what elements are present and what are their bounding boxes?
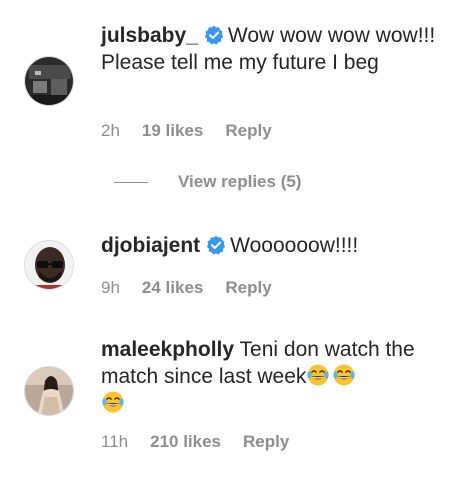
avatar[interactable] <box>24 56 74 106</box>
reply-button[interactable]: Reply <box>243 432 289 452</box>
view-replies-label: View replies (5) <box>178 172 302 191</box>
avatar-photo <box>25 241 73 289</box>
divider-line <box>114 182 148 184</box>
comment-meta: 11h 210 likes Reply <box>101 432 311 452</box>
comment-likes[interactable]: 210 likes <box>150 432 221 452</box>
face-with-tears-of-joy-emoji <box>307 364 330 386</box>
comment-time: 9h <box>101 278 120 297</box>
comment-time: 2h <box>101 121 120 140</box>
verified-badge-icon <box>204 25 223 45</box>
comment-likes[interactable]: 19 likes <box>142 121 203 141</box>
reply-button[interactable]: Reply <box>225 121 271 141</box>
comment-body: julsbaby_ Wow wow wow wow!!! Please tell … <box>101 22 441 76</box>
comment-likes[interactable]: 24 likes <box>142 278 203 298</box>
comment-meta: 9h 24 likes Reply <box>101 278 294 298</box>
face-with-tears-of-joy-emoji <box>333 364 356 386</box>
comment-item: djobiajent Woooooow!!!! 9h 24 likes Reply <box>0 200 454 310</box>
comment-item: maleekpholly Teni don watch the match si… <box>0 330 454 480</box>
avatar[interactable] <box>24 366 74 416</box>
face-with-tears-of-joy-emoji <box>102 391 124 413</box>
comment-body: maleekpholly Teni don watch the match si… <box>101 336 441 417</box>
avatar[interactable] <box>24 240 74 290</box>
comment-meta: 2h 19 likes Reply <box>101 121 294 141</box>
avatar-photo <box>25 57 73 105</box>
avatar-photo <box>25 367 73 415</box>
comment-text: Woooooow!!!! <box>230 234 359 257</box>
comment-username[interactable]: djobiajent <box>101 234 200 257</box>
comment-username[interactable]: julsbaby_ <box>101 24 198 47</box>
view-replies-button[interactable]: View replies (5) <box>114 172 301 192</box>
reply-button[interactable]: Reply <box>225 278 271 298</box>
comment-item: julsbaby_ Wow wow wow wow!!! Please tell … <box>0 0 454 150</box>
comment-username[interactable]: maleekpholly <box>101 338 234 361</box>
comment-body: djobiajent Woooooow!!!! <box>101 232 441 259</box>
comment-time: 11h <box>101 432 129 451</box>
verified-badge-icon <box>207 235 226 255</box>
